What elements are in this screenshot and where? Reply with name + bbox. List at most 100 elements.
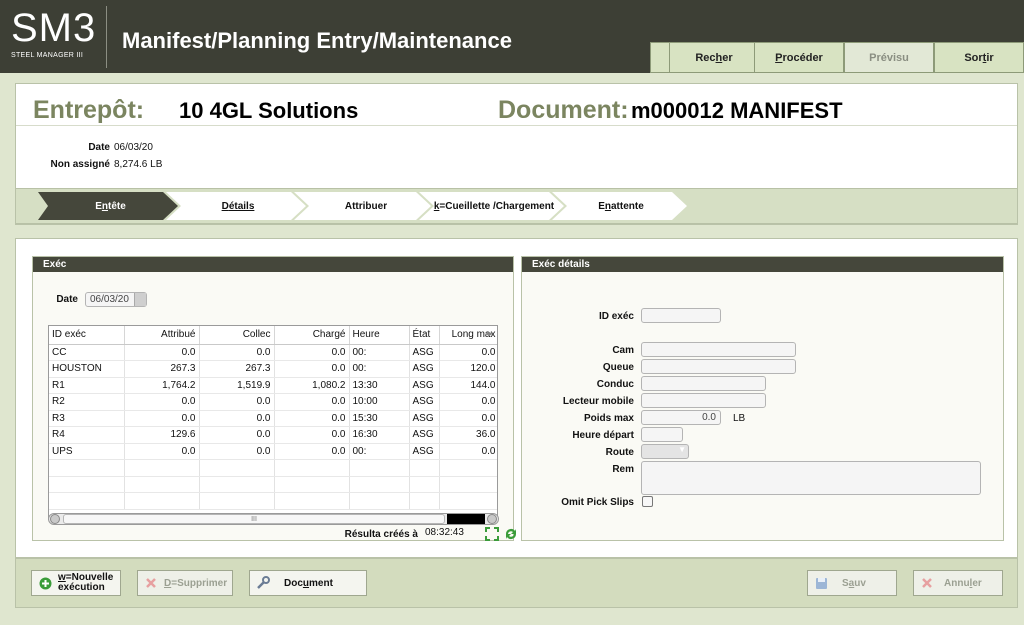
- tab-entete[interactable]: En tête: [48, 192, 173, 221]
- header-divider: [16, 125, 1017, 126]
- save-button[interactable]: Sauv: [807, 570, 897, 596]
- cell: ASG: [409, 377, 440, 394]
- wrench-icon: [256, 576, 270, 590]
- col-header-attribue[interactable]: Attribué: [124, 326, 200, 345]
- col-header-id[interactable]: ID exéc: [49, 326, 125, 345]
- table-row[interactable]: R3 0.0 0.0 0.0 15:30 ASG 0.0: [49, 410, 497, 427]
- document-label: Document:: [498, 96, 629, 124]
- preview-button[interactable]: Prévisu: [844, 42, 934, 73]
- max-weight-input[interactable]: 0.0: [641, 410, 721, 425]
- cell: ASG: [409, 344, 440, 361]
- search-label-b: er: [722, 51, 733, 64]
- exit-button[interactable]: Sor t ir: [934, 42, 1024, 73]
- cell: HOUSTON: [49, 360, 125, 378]
- table-row[interactable]: HOUSTON 267.3 267.3 0.0 00: ASG 120.0: [49, 360, 497, 378]
- col-header-charge[interactable]: Chargé: [274, 326, 350, 345]
- table-row[interactable]: R2 0.0 0.0 0.0 10:00 ASG 0.0: [49, 393, 497, 411]
- cell: 1,080.2: [274, 377, 350, 394]
- trailer-input[interactable]: [641, 359, 796, 374]
- id-exec-label: ID exéc: [598, 311, 634, 322]
- col-header-heure[interactable]: Heure: [349, 326, 410, 345]
- cell: CC: [49, 344, 125, 361]
- tab-details-label: étails: [228, 201, 255, 212]
- expand-icon[interactable]: [485, 527, 499, 541]
- process-tab-bar: En tête Détails Attribuer k =Cueillette /C…: [16, 188, 1017, 224]
- delete-x-icon: [144, 576, 158, 590]
- cell: ASG: [409, 360, 440, 378]
- action-footer: w=Nouvelle exécution D=Supprimer Document…: [15, 558, 1018, 608]
- calendar-icon[interactable]: [134, 293, 146, 306]
- cell: 10:00: [349, 393, 410, 411]
- toolbar-spacer: [650, 42, 670, 73]
- save-label-b: uv: [854, 577, 866, 589]
- scroll-left-icon[interactable]: [50, 514, 60, 524]
- cell: 144.0: [439, 377, 497, 394]
- cell: 13:30: [349, 377, 410, 394]
- document-label-b: ment: [309, 577, 333, 589]
- document-button[interactable]: Document: [249, 570, 367, 596]
- tab-details[interactable]: Détails: [178, 192, 298, 221]
- cell: R4: [49, 426, 125, 444]
- remarks-textarea[interactable]: [641, 461, 981, 495]
- scroll-right-icon[interactable]: [487, 514, 497, 524]
- table-row[interactable]: R4 129.6 0.0 0.0 16:30 ASG 36.0: [49, 426, 497, 444]
- truck-input[interactable]: [641, 342, 796, 357]
- save-disk-icon: [814, 576, 828, 590]
- cancel-label-b: er: [972, 577, 982, 589]
- remarks-label: Rem: [612, 464, 634, 475]
- table-row[interactable]: UPS 0.0 0.0 0.0 00: ASG 0.0: [49, 443, 497, 460]
- content-panel: Exéc Date 06/03/20 ID exéc Attribué Coll…: [15, 238, 1018, 558]
- cell: 0.0: [439, 393, 497, 411]
- search-button[interactable]: Rec h er: [669, 42, 759, 73]
- cell: ASG: [409, 426, 440, 444]
- save-label-a: S: [842, 577, 849, 589]
- exec-date-field[interactable]: 06/03/20: [85, 292, 147, 307]
- exec-date-label: Date: [56, 294, 78, 305]
- mobile-reader-input[interactable]: [641, 393, 766, 408]
- id-exec-input[interactable]: [641, 308, 721, 323]
- warehouse-label: Entrepôt:: [33, 96, 145, 124]
- proceed-label: rocéder: [782, 51, 823, 64]
- proceed-button[interactable]: Procéder: [754, 42, 844, 73]
- column-scroll-arrows-icon[interactable]: ◂▸: [485, 329, 495, 341]
- col-header-etat[interactable]: État: [409, 326, 440, 345]
- exec-details-title: Exéc détails: [522, 257, 1003, 272]
- cell: 0.0: [124, 393, 200, 411]
- scroll-thumb[interactable]: III: [63, 514, 445, 524]
- document-value: m000012 MANIFEST: [631, 98, 843, 123]
- cell: 0.0: [439, 410, 497, 427]
- cell: 0.0: [439, 443, 497, 460]
- cell: 1,764.2: [124, 377, 200, 394]
- date-label: Date: [88, 142, 110, 153]
- departure-time-input[interactable]: [641, 427, 683, 442]
- cell: 0.0: [274, 360, 350, 378]
- new-execution-button[interactable]: w=Nouvelle exécution: [31, 570, 121, 596]
- col-header-collec[interactable]: Collec: [199, 326, 275, 345]
- driver-input[interactable]: [641, 376, 766, 391]
- cell: 0.0: [274, 344, 350, 361]
- empty-row: [49, 476, 497, 493]
- table-row[interactable]: R1 1,764.2 1,519.9 1,080.2 13:30 ASG 144.0: [49, 377, 497, 394]
- cancel-button[interactable]: Annuler: [913, 570, 1003, 596]
- exit-label-b: ir: [986, 51, 994, 64]
- cell: ASG: [409, 410, 440, 427]
- app-header: SM3 STEEL MANAGER III Manifest/Planning …: [0, 0, 1024, 73]
- empty-row: [49, 459, 497, 477]
- tab-attribuer-label: Attribuer: [344, 201, 388, 212]
- cell: 00:: [349, 360, 410, 378]
- route-select[interactable]: ▼: [641, 444, 689, 459]
- exec-table-header: ID exéc Attribué Collec Chargé Heure Éta…: [49, 326, 497, 345]
- horizontal-scrollbar[interactable]: III: [48, 513, 499, 525]
- refresh-icon[interactable]: [504, 527, 518, 541]
- delete-button[interactable]: D=Supprimer: [137, 570, 233, 596]
- tab-cueillette[interactable]: k =Cueillette /Chargement: [429, 192, 559, 221]
- cell: 0.0: [439, 344, 497, 361]
- search-label-a: Rec: [695, 51, 716, 64]
- table-row[interactable]: CC 0.0 0.0 0.0 00: ASG 0.0: [49, 344, 497, 361]
- tab-attribuer[interactable]: Attribuer: [306, 192, 426, 221]
- omit-pick-slips-checkbox[interactable]: [642, 496, 653, 507]
- add-icon: [38, 576, 52, 590]
- tab-en-attente[interactable]: En attente: [562, 192, 680, 221]
- results-time: 08:32:43: [425, 527, 464, 538]
- mobile-reader-label: Lecteur mobile: [562, 396, 634, 407]
